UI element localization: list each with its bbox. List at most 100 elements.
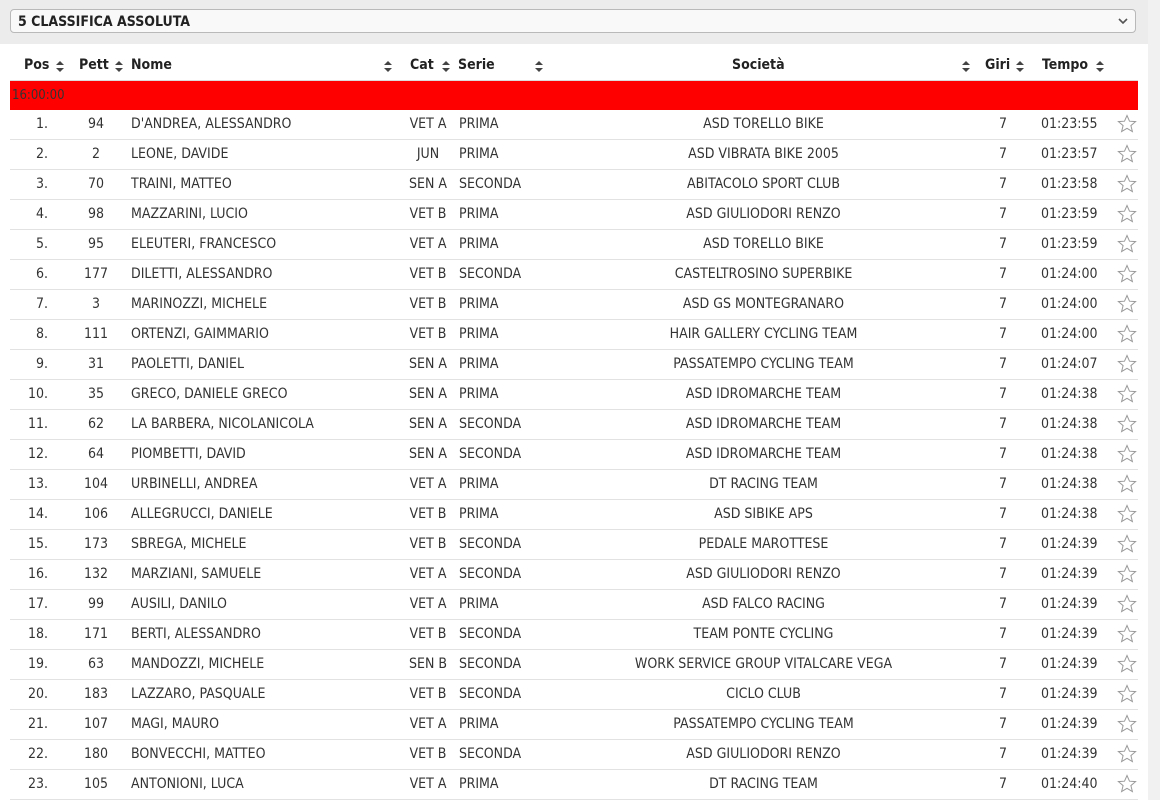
table-row[interactable]: 20. 183 LAZZARO, PASQUALE VET B SECONDA CICLO… [10, 680, 1138, 710]
table-row[interactable]: 7. 3 MARINOZZI, MICHELE VET B PRIMA ASD GS MO… [10, 290, 1138, 320]
table-row[interactable]: 21. 107 MAGI, MAURO VET A PRIMA PASSATEMPO CY… [10, 710, 1138, 740]
star-outline-icon[interactable] [1117, 444, 1137, 464]
cell-nome: URBINELLI, ANDREA [131, 476, 258, 492]
star-outline-icon[interactable] [1117, 144, 1137, 164]
table-row[interactable]: 9. 31 PAOLETTI, DANIEL SEN A PRIMA PASSATEMPO… [10, 350, 1138, 380]
table-row[interactable]: 17. 99 AUSILI, DANILO VET A PRIMA ASD FALCO R… [10, 590, 1138, 620]
cell-tempo: 01:24:38 [1041, 446, 1098, 462]
star-outline-icon[interactable] [1117, 564, 1137, 584]
star-outline-icon[interactable] [1117, 114, 1137, 134]
sort-arrows-icon[interactable] [442, 61, 450, 72]
start-time-label: 16:00:00 [12, 88, 65, 103]
cell-serie: PRIMA [459, 506, 499, 522]
star-outline-icon[interactable] [1117, 264, 1137, 284]
cell-giri: 7 [998, 476, 1007, 492]
cell-nome: ALLEGRUCCI, DANIELE [131, 506, 273, 522]
table-row[interactable]: 8. 111 ORTENZI, GAIMMARIO VET B PRIMA HAIR GA… [10, 320, 1138, 350]
sort-arrows-icon[interactable] [535, 61, 543, 72]
cell-societa: ASD IDROMARCHE TEAM [685, 446, 842, 462]
table-row[interactable]: 16. 132 MARZIANI, SAMUELE VET A SECONDA ASD G… [10, 560, 1138, 590]
cell-tempo: 01:24:39 [1041, 746, 1098, 762]
star-outline-icon[interactable] [1117, 744, 1137, 764]
cell-serie: SECONDA [459, 656, 522, 672]
cell-tempo: 01:24:39 [1041, 716, 1098, 732]
sort-arrows-icon[interactable] [115, 61, 123, 72]
star-outline-icon[interactable] [1117, 654, 1137, 674]
star-outline-icon[interactable] [1117, 594, 1137, 614]
star-outline-icon[interactable] [1117, 384, 1137, 404]
header-cat[interactable]: Cat [410, 57, 434, 73]
cell-pos: 5. [35, 236, 48, 252]
cell-giri: 7 [998, 536, 1007, 552]
sort-arrows-icon[interactable] [56, 61, 64, 72]
cell-cat: VET A [409, 476, 447, 492]
sort-arrows-icon[interactable] [1096, 61, 1104, 72]
cell-giri: 7 [998, 386, 1007, 402]
header-pos[interactable]: Pos [24, 57, 49, 73]
cell-cat: JUN [416, 146, 440, 162]
header-giri[interactable]: Giri [985, 57, 1010, 73]
cell-tempo: 01:24:40 [1041, 776, 1098, 792]
cell-pett: 2 [91, 146, 100, 162]
cell-cat: VET B [409, 746, 447, 762]
cell-tempo: 01:24:39 [1041, 656, 1098, 672]
cell-pos: 9. [35, 356, 48, 372]
table-row[interactable]: 15. 173 SBREGA, MICHELE VET B SECONDA PEDALE … [10, 530, 1138, 560]
star-outline-icon[interactable] [1117, 684, 1137, 704]
star-outline-icon[interactable] [1117, 714, 1137, 734]
star-outline-icon[interactable] [1117, 354, 1137, 374]
cell-cat: SEN A [409, 386, 447, 402]
table-row[interactable]: 22. 180 BONVECCHI, MATTEO VET B SECONDA ASD G… [10, 740, 1138, 770]
header-tempo[interactable]: Tempo [1042, 57, 1088, 73]
sort-arrows-icon[interactable] [384, 61, 392, 72]
table-row[interactable]: 4. 98 MAZZARINI, LUCIO VET B PRIMA ASD GIULIO… [10, 200, 1138, 230]
cell-cat: SEN A [409, 356, 447, 372]
table-row[interactable]: 12. 64 PIOMBETTI, DAVID SEN A SECONDA ASD IDR… [10, 440, 1138, 470]
header-societa[interactable]: Società [732, 57, 785, 73]
sort-arrows-icon[interactable] [962, 61, 970, 72]
star-outline-icon[interactable] [1117, 234, 1137, 254]
table-row[interactable]: 18. 171 BERTI, ALESSANDRO VET B SECONDA TEAM … [10, 620, 1138, 650]
table-row[interactable]: 19. 63 MANDOZZI, MICHELE SEN B SECONDA WORK S… [10, 650, 1138, 680]
sort-arrows-icon[interactable] [1016, 61, 1024, 72]
star-outline-icon[interactable] [1117, 294, 1137, 314]
star-outline-icon[interactable] [1117, 504, 1137, 524]
cell-pett: 64 [87, 446, 105, 462]
header-pett[interactable]: Pett [79, 57, 109, 73]
table-row[interactable]: 2. 2 LEONE, DAVIDE JUN PRIMA ASD VIBRATA BIKE… [10, 140, 1138, 170]
header-serie[interactable]: Serie [458, 57, 495, 73]
star-outline-icon[interactable] [1117, 624, 1137, 644]
table-row[interactable]: 5. 95 ELEUTERI, FRANCESCO VET A PRIMA ASD TOR… [10, 230, 1138, 260]
table-row[interactable]: 13. 104 URBINELLI, ANDREA VET A PRIMA DT RACI… [10, 470, 1138, 500]
cell-cat: SEN B [408, 656, 447, 672]
header-nome[interactable]: Nome [131, 57, 172, 73]
cell-nome: MAZZARINI, LUCIO [131, 206, 248, 222]
star-outline-icon[interactable] [1117, 474, 1137, 494]
star-outline-icon[interactable] [1117, 534, 1137, 554]
star-outline-icon[interactable] [1117, 324, 1137, 344]
table-row[interactable]: 3. 70 TRAINI, MATTEO SEN A SECONDA ABITACOLO … [10, 170, 1138, 200]
table-row[interactable]: 14. 106 ALLEGRUCCI, DANIELE VET B PRIMA ASD S… [10, 500, 1138, 530]
cell-serie: PRIMA [459, 716, 499, 732]
cell-cat: VET B [409, 536, 447, 552]
cell-serie: PRIMA [459, 386, 499, 402]
cell-nome: BERTI, ALESSANDRO [131, 626, 261, 642]
classification-select[interactable]: 5 CLASSIFICA ASSOLUTA [10, 9, 1136, 33]
table-row[interactable]: 11. 62 LA BARBERA, NICOLANICOLA SEN A SECOND… [10, 410, 1138, 440]
cell-nome: TRAINI, MATTEO [131, 176, 232, 192]
cell-pett: 99 [87, 596, 105, 612]
table-row[interactable]: 23. 105 ANTONIONI, LUCA VET A PRIMA DT RACING… [10, 770, 1138, 800]
table-row[interactable]: 10. 35 GRECO, DANIELE GRECO SEN A PRIMA ASD I… [10, 380, 1138, 410]
star-outline-icon[interactable] [1117, 774, 1137, 794]
table-row[interactable]: 1. 94 D'ANDREA, ALESSANDRO VET A PRIMA ASD TO… [10, 110, 1138, 140]
star-outline-icon[interactable] [1117, 174, 1137, 194]
cell-nome: BONVECCHI, MATTEO [131, 746, 266, 762]
cell-serie: SECONDA [459, 176, 522, 192]
cell-serie: SECONDA [459, 446, 522, 462]
table-row[interactable]: 6. 177 DILETTI, ALESSANDRO VET B SECONDA CAST… [10, 260, 1138, 290]
cell-societa: ASD FALCO RACING [702, 596, 825, 612]
star-outline-icon[interactable] [1117, 414, 1137, 434]
page-scrollbar[interactable] [1148, 0, 1160, 800]
cell-pett: 35 [87, 386, 105, 402]
star-outline-icon[interactable] [1117, 204, 1137, 224]
